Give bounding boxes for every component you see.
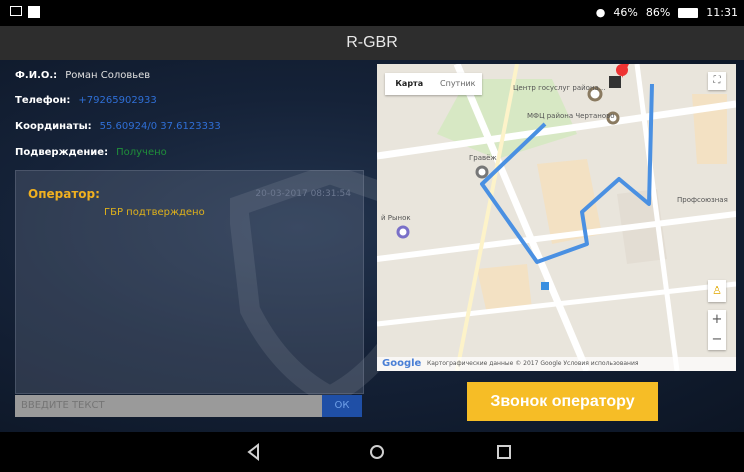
zoom-out-button[interactable]: − bbox=[708, 330, 726, 350]
coords-row: Координаты: 55.60924/0 37.6123333 bbox=[15, 121, 221, 132]
phone-label: Телефон: bbox=[15, 95, 71, 106]
operator-label: Оператор: bbox=[28, 187, 100, 201]
tab-satellite[interactable]: Спутник bbox=[434, 73, 483, 95]
system-status: ● 46% 86% 11:31 bbox=[596, 6, 738, 19]
message-input[interactable] bbox=[15, 395, 322, 417]
tab-map[interactable]: Карта bbox=[385, 73, 434, 95]
call-operator-button[interactable]: Звонок оператору bbox=[467, 382, 658, 421]
chat-panel: Оператор: 20-03-2017 08:31:54 ГБР подтве… bbox=[15, 170, 364, 394]
coords-value: 55.60924/0 37.6123333 bbox=[99, 121, 221, 132]
pegman-icon[interactable]: ♙ bbox=[708, 280, 726, 302]
phone-row: Телефон: +79265902933 bbox=[15, 95, 157, 106]
fullscreen-icon[interactable]: ⛶ bbox=[708, 72, 726, 90]
nav-bar bbox=[0, 432, 744, 472]
location-icon: ● bbox=[595, 6, 606, 19]
map-label-profsoyuz: Профсоюзная bbox=[677, 196, 728, 204]
map-label-mfc: МФЦ района Чертаново bbox=[527, 112, 615, 120]
battery-icon bbox=[678, 7, 699, 18]
recents-icon[interactable] bbox=[493, 441, 515, 463]
map-footer: Google Картографические данные © 2017 Go… bbox=[377, 357, 736, 371]
operator-timestamp: 20-03-2017 08:31:54 bbox=[255, 189, 351, 199]
confirm-value: Получено bbox=[116, 147, 167, 158]
notification-icons bbox=[10, 6, 40, 18]
confirm-row: Подверждение: Получено bbox=[15, 147, 167, 158]
map-canvas bbox=[377, 64, 736, 371]
app-title: R-GBR bbox=[0, 26, 744, 60]
clock: 11:31 bbox=[706, 6, 738, 19]
fio-label: Ф.И.О.: bbox=[15, 70, 58, 81]
operator-message: ГБР подтверждено bbox=[104, 207, 205, 218]
zoom-control: + − bbox=[708, 310, 726, 350]
map-type-toggle: Карта Спутник bbox=[385, 73, 482, 95]
message-icon bbox=[28, 6, 40, 18]
phone-value[interactable]: +79265902933 bbox=[78, 95, 156, 106]
map-label-gravezh: Гравёж bbox=[469, 154, 497, 162]
send-button[interactable]: ОК bbox=[322, 395, 362, 417]
map-attribution[interactable]: Картографические данные © 2017 Google Ус… bbox=[427, 357, 638, 371]
map-view[interactable]: Центр госуслуг района... МФЦ района Черт… bbox=[377, 64, 736, 371]
zoom-in-button[interactable]: + bbox=[708, 310, 726, 330]
map-label-market: й Рынок bbox=[381, 214, 411, 222]
signal-text: 46% bbox=[613, 6, 638, 19]
home-icon[interactable] bbox=[366, 441, 388, 463]
google-logo: Google bbox=[382, 358, 422, 369]
map-label-center: Центр госуслуг района... bbox=[513, 84, 606, 92]
confirm-label: Подверждение: bbox=[15, 147, 109, 158]
screenshot-icon bbox=[10, 6, 22, 16]
main-content: Ф.И.О.: Роман Соловьев Телефон: +792659029… bbox=[0, 60, 744, 432]
fio-row: Ф.И.О.: Роман Соловьев bbox=[15, 70, 150, 81]
status-bar: ● 46% 86% 11:31 bbox=[0, 0, 744, 26]
back-icon[interactable] bbox=[243, 441, 265, 463]
fio-value: Роман Соловьев bbox=[65, 70, 151, 81]
coords-label: Координаты: bbox=[15, 121, 92, 132]
battery-text: 86% bbox=[645, 6, 671, 19]
